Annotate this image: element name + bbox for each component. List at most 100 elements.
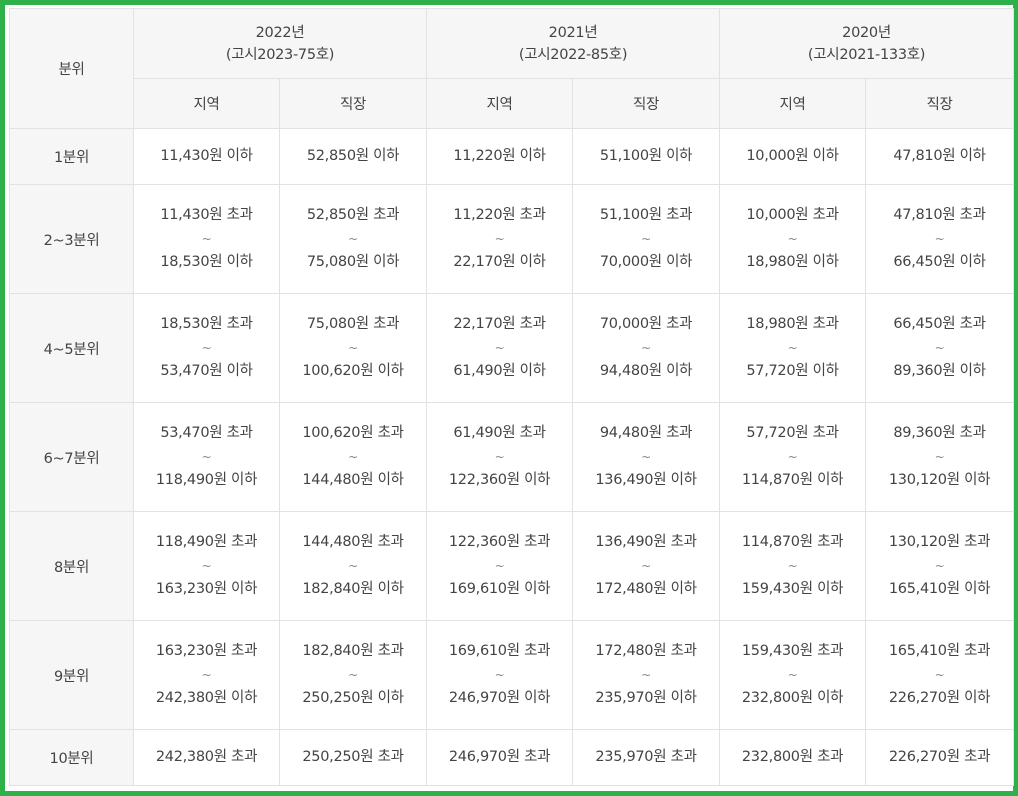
amount-lower-bound: 66,450원 초과	[893, 316, 986, 332]
amount-upper-bound: 169,610원 이하	[448, 581, 551, 597]
header-row-types: 지역 직장 지역 직장 지역 직장	[10, 78, 1015, 129]
amount-upper-bound: 159,430원 이하	[741, 581, 844, 597]
table-row: 1분위 11,430원 이하 52,850원 이하 11,220원 이하 51,100원…	[9, 128, 1015, 185]
amount-lower-bound: 172,480원 초과	[595, 643, 697, 659]
quintile-label: 6~7분위	[9, 402, 134, 512]
table-cell: 130,120원 초과 ~165,410원 이하	[865, 511, 1015, 621]
table-cell: 114,870원 초과 ~159,430원 이하	[719, 511, 867, 621]
table-cell: 250,250원 초과	[278, 729, 428, 786]
amount-upper-bound: 100,620원 이하	[302, 363, 404, 379]
amount-lower-bound: 51,100원 초과	[599, 207, 693, 223]
table-row: 2~3분위 11,430원 초과 ~18,530원 이하 52,850원 초과 ~75,…	[9, 184, 1015, 294]
table-cell: 57,720원 초과 ~114,870원 이하	[719, 402, 867, 512]
table-cell: 51,100원 초과 ~70,000원 이하	[572, 184, 721, 294]
table-body: 1분위 11,430원 이하 52,850원 이하 11,220원 이하 51,100원…	[9, 128, 1015, 786]
table-cell: 182,840원 초과 ~250,250원 이하	[278, 620, 428, 730]
table-cell: 159,430원 초과 ~232,800원 이하	[719, 620, 867, 730]
amount-upper-bound: 70,000원 이하	[599, 254, 693, 270]
amount-text: 51,100원 이하	[599, 148, 693, 164]
amount-text: 52,850원 이하	[306, 148, 400, 164]
subheader-workplace: 직장	[572, 78, 721, 129]
range-tilde: ~	[934, 450, 945, 464]
range-tilde: ~	[348, 668, 358, 682]
amount-lower-bound: 100,620원 초과	[302, 425, 404, 441]
table-cell: 11,430원 초과 ~18,530원 이하	[133, 184, 280, 294]
table-cell: 10,000원 이하	[719, 128, 867, 185]
table-cell: 163,230원 초과 ~242,380원 이하	[133, 620, 280, 730]
table-cell: 52,850원 이하	[278, 128, 428, 185]
amount-lower-bound: 10,000원 초과	[746, 207, 839, 223]
quintile-header: 분위	[9, 8, 134, 129]
amount-lower-bound: 18,980원 초과	[746, 316, 839, 332]
subheader-workplace: 직장	[865, 78, 1015, 129]
amount-lower-bound: 144,480원 초과	[302, 534, 404, 550]
amount-text: 11,430원 이하	[160, 148, 253, 164]
table-cell: 70,000원 초과 ~94,480원 이하	[572, 293, 721, 403]
range-tilde: ~	[201, 232, 212, 246]
quintile-label: 4~5분위	[9, 293, 134, 403]
subheader-region: 지역	[426, 78, 574, 129]
range-tilde: ~	[641, 668, 651, 682]
amount-upper-bound: 250,250원 이하	[302, 690, 404, 706]
amount-upper-bound: 66,450원 이하	[893, 254, 986, 270]
subheader-region: 지역	[133, 78, 280, 129]
range-tilde: ~	[934, 341, 945, 355]
year-header-2020: 2020년 (고시2021-133호)	[719, 8, 1015, 79]
table-cell: 10,000원 초과 ~18,980원 이하	[719, 184, 867, 294]
table-cell: 47,810원 초과 ~66,450원 이하	[865, 184, 1015, 294]
table-cell: 136,490원 초과 ~172,480원 이하	[572, 511, 721, 621]
amount-lower-bound: 163,230원 초과	[155, 643, 258, 659]
amount-lower-bound: 53,470원 초과	[160, 425, 253, 441]
amount-text: 242,380원 초과	[155, 749, 258, 765]
table-row: 6~7분위 53,470원 초과 ~118,490원 이하 100,620원 초과 ~1…	[9, 402, 1015, 512]
amount-text: 11,220원 이하	[453, 148, 546, 164]
amount-lower-bound: 18,530원 초과	[160, 316, 253, 332]
amount-text: 232,800원 초과	[741, 749, 844, 765]
notice-label: (고시2021-133호)	[807, 46, 926, 63]
range-tilde: ~	[641, 559, 651, 573]
range-tilde: ~	[934, 559, 945, 573]
quintile-label: 8분위	[9, 511, 134, 621]
amount-lower-bound: 130,120원 초과	[888, 534, 991, 550]
range-tilde: ~	[494, 450, 505, 464]
table-cell: 18,980원 초과 ~57,720원 이하	[719, 293, 867, 403]
amount-lower-bound: 47,810원 초과	[893, 207, 986, 223]
amount-upper-bound: 226,270원 이하	[888, 690, 991, 706]
header-row-years: 분위 2022년 (고시2023-75호) 2021년 (고시2022-85호)…	[9, 8, 1015, 129]
table-cell: 66,450원 초과 ~89,360원 이하	[865, 293, 1015, 403]
table-cell: 172,480원 초과 ~235,970원 이하	[572, 620, 721, 730]
range-tilde: ~	[787, 450, 798, 464]
amount-upper-bound: 122,360원 이하	[448, 472, 551, 488]
table-cell: 165,410원 초과 ~226,270원 이하	[865, 620, 1015, 730]
notice-label: (고시2022-85호)	[518, 46, 628, 63]
amount-lower-bound: 61,490원 초과	[453, 425, 546, 441]
range-tilde: ~	[787, 341, 798, 355]
range-tilde: ~	[787, 232, 798, 246]
range-tilde: ~	[787, 668, 798, 682]
table-cell: 169,610원 초과 ~246,970원 이하	[426, 620, 574, 730]
range-tilde: ~	[201, 450, 212, 464]
amount-upper-bound: 144,480원 이하	[302, 472, 404, 488]
table-cell: 226,270원 초과	[865, 729, 1015, 786]
amount-lower-bound: 57,720원 초과	[746, 425, 839, 441]
table-cell: 11,220원 초과 ~22,170원 이하	[426, 184, 574, 294]
amount-upper-bound: 235,970원 이하	[595, 690, 697, 706]
year-header-2021: 2021년 (고시2022-85호)	[426, 8, 721, 79]
amount-upper-bound: 118,490원 이하	[155, 472, 258, 488]
table-cell: 11,220원 이하	[426, 128, 574, 185]
amount-upper-bound: 94,480원 이하	[599, 363, 693, 379]
amount-lower-bound: 75,080원 초과	[306, 316, 400, 332]
amount-upper-bound: 172,480원 이하	[595, 581, 697, 597]
table-cell: 232,800원 초과	[719, 729, 867, 786]
amount-upper-bound: 165,410원 이하	[888, 581, 991, 597]
range-tilde: ~	[641, 450, 651, 464]
range-tilde: ~	[201, 341, 212, 355]
amount-lower-bound: 159,430원 초과	[741, 643, 844, 659]
amount-upper-bound: 57,720원 이하	[746, 363, 839, 379]
range-tilde: ~	[201, 668, 212, 682]
amount-upper-bound: 22,170원 이하	[453, 254, 546, 270]
range-tilde: ~	[348, 341, 358, 355]
range-tilde: ~	[348, 232, 358, 246]
amount-upper-bound: 232,800원 이하	[741, 690, 844, 706]
quintile-label: 9분위	[9, 620, 134, 730]
